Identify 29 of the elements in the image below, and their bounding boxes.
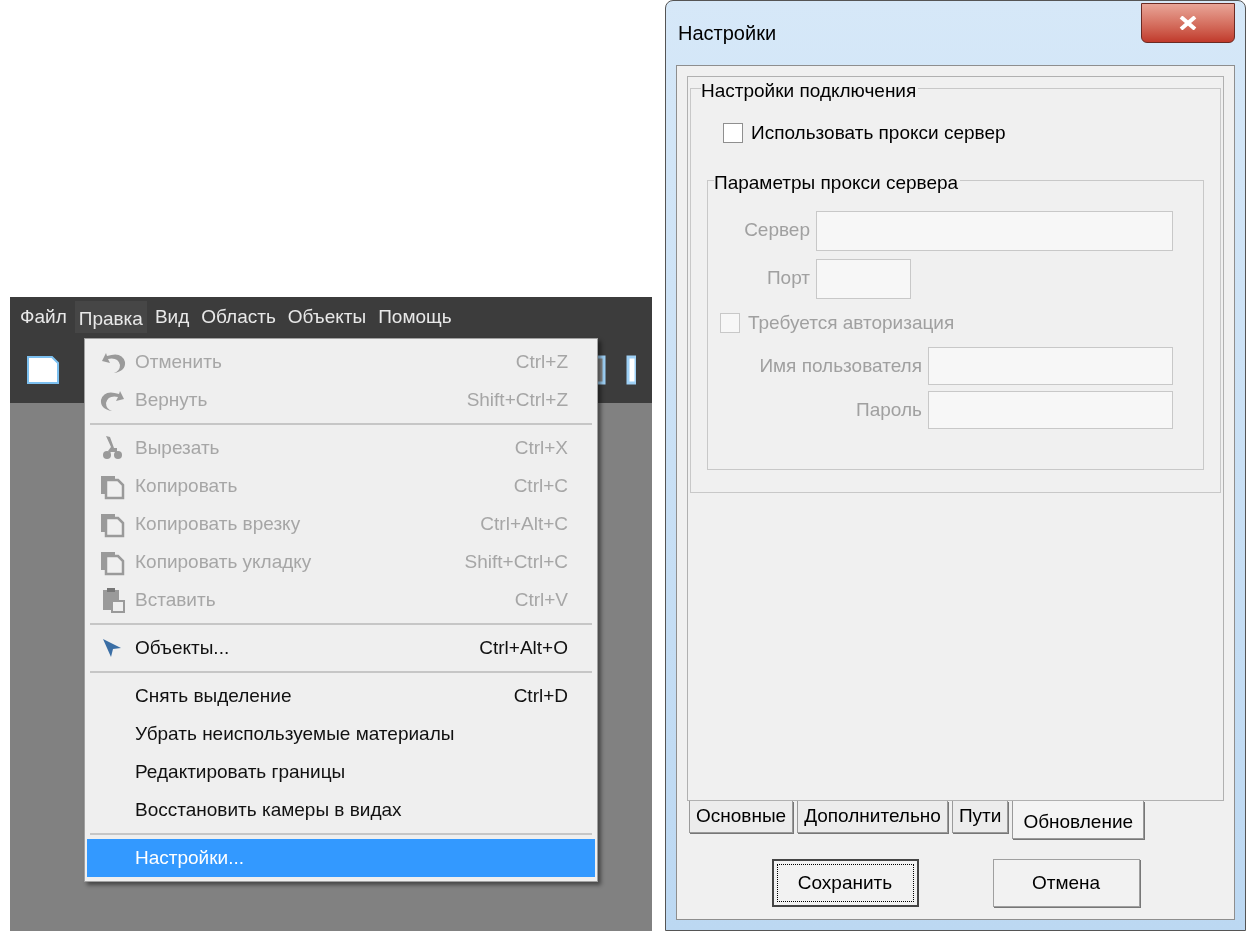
menu-bar-item[interactable]: Вид bbox=[150, 302, 194, 332]
menu-bar-item[interactable]: Файл bbox=[16, 302, 71, 332]
menu-bar-item[interactable]: Объекты bbox=[283, 302, 371, 332]
menu-item[interactable]: Убрать неиспользуемые материалы bbox=[90, 715, 592, 753]
dialog-button[interactable]: Отмена bbox=[992, 859, 1140, 907]
menu-bar-item[interactable]: Правка bbox=[74, 300, 147, 334]
close-button[interactable] bbox=[1141, 3, 1235, 43]
checkbox-label: Использовать прокси сервер bbox=[751, 121, 1006, 145]
window-title: Настройки bbox=[677, 21, 777, 46]
menu-item[interactable]: Восстановить камеры в видах bbox=[90, 791, 592, 829]
close-icon bbox=[1179, 16, 1197, 30]
tab[interactable]: Дополнительно bbox=[797, 801, 948, 833]
field-label: Сервер bbox=[743, 218, 810, 243]
field-label: Пароль bbox=[855, 397, 922, 422]
panel-icon bbox=[626, 355, 636, 385]
menu-item[interactable]: Снять выделение Ctrl+D bbox=[90, 677, 592, 715]
checkbox[interactable] bbox=[723, 123, 743, 144]
tab[interactable]: Пути bbox=[951, 801, 1009, 833]
dialog-button[interactable]: Сохранить bbox=[771, 859, 919, 907]
menu-item[interactable]: Объекты... Ctrl+Alt+O bbox=[90, 629, 592, 667]
document-icon bbox=[26, 355, 60, 385]
checkbox-label: Требуется авторизация bbox=[748, 310, 955, 335]
field-label: Порт bbox=[765, 266, 810, 291]
menu-bar-item[interactable]: Область bbox=[197, 302, 280, 332]
tab[interactable]: Основные bbox=[689, 801, 794, 833]
menu-item[interactable]: Редактировать границы bbox=[90, 753, 592, 791]
field-label: Имя пользователя bbox=[758, 353, 922, 378]
menu-bar-item[interactable]: Помощь bbox=[374, 302, 456, 332]
tab[interactable]: Обновление bbox=[1012, 801, 1145, 839]
